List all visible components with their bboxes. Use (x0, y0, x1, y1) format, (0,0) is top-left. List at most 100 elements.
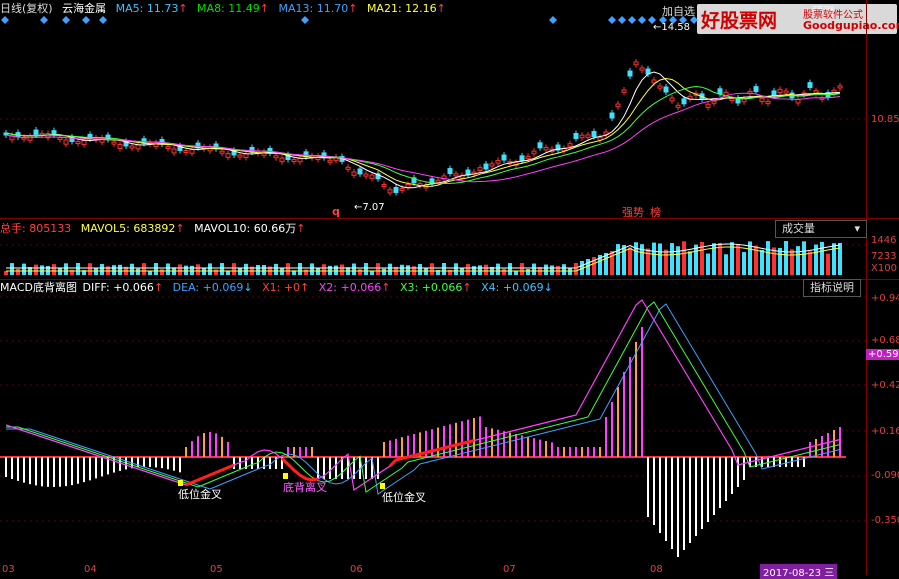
macd-axis-neg035: -0.350 (871, 515, 899, 526)
volume-bar (532, 263, 536, 275)
volume-bar (766, 241, 770, 275)
candle-body (243, 153, 249, 158)
candle-body (777, 88, 783, 94)
candle-body (759, 97, 765, 103)
volume-bar (298, 263, 302, 275)
candle-body (447, 168, 453, 175)
candle-body (753, 86, 759, 93)
macd-axis-neg009: -0.090 (871, 470, 899, 481)
tag-q: q (332, 205, 340, 218)
volume-bar (760, 249, 764, 275)
volume-bar (808, 251, 812, 275)
month-06: 06 (350, 564, 363, 575)
volume-axis-unit: X100 (871, 263, 897, 274)
candle-body (639, 67, 645, 71)
volume-bar (22, 263, 26, 275)
candle-body (663, 86, 669, 93)
volume-bar (664, 249, 668, 275)
candle-body (435, 179, 441, 183)
volume-bar (772, 247, 776, 275)
volume-bar (16, 268, 20, 275)
volume-bar (334, 265, 338, 275)
x4-value: X4: +0.069↓ (481, 281, 553, 294)
candle-body (633, 61, 639, 66)
volume-bar (34, 264, 38, 275)
volume-bar (556, 265, 560, 275)
candle-body (519, 155, 525, 162)
volume-bar (778, 247, 782, 275)
volume-bar (676, 246, 680, 275)
volume-bar (688, 251, 692, 275)
volume-bar (304, 269, 308, 275)
volume-bar (616, 244, 620, 275)
candle-body (453, 173, 459, 177)
tag-rank[interactable]: 榜 (650, 204, 661, 220)
macd-axis-042: +0.42 (871, 380, 899, 391)
macd-header: MACD底背离图 DIFF: +0.066↑ DEA: +0.069↓ X1: … (0, 281, 559, 295)
candle-body (387, 189, 393, 194)
volume-bar (706, 253, 710, 275)
volume-bar (724, 254, 728, 275)
candle-body (579, 134, 585, 139)
volume-indicator-select[interactable]: 成交量 ▾ (775, 220, 867, 238)
volume-bar (340, 264, 344, 275)
volume-bar (658, 243, 662, 275)
signal-diamond (690, 16, 698, 24)
price-axis-label: 10.85 (871, 114, 899, 125)
candle-body (651, 79, 657, 84)
candle-body (531, 150, 537, 155)
macd-axis-current: +0.59 (866, 349, 899, 360)
signal-diamond (40, 16, 48, 24)
volume-bar (154, 263, 158, 275)
candle-body (627, 70, 633, 77)
volume-bar (256, 264, 260, 275)
signal-diamond (62, 16, 70, 24)
volume-bar (502, 268, 506, 275)
candle-body (537, 142, 543, 149)
candle-body (393, 187, 399, 193)
volume-bar (262, 265, 266, 275)
volume-header: 总手: 805133 MAVOL5: 683892↑ MAVOL10: 60.6… (0, 222, 311, 236)
volume-bar (802, 241, 806, 275)
candle-body (153, 142, 159, 148)
ma8-line (5, 77, 841, 187)
volume-bar (388, 263, 392, 275)
candle-body (573, 132, 579, 139)
ma5-line (5, 71, 841, 189)
candle-body (117, 144, 123, 150)
candle-body (621, 89, 627, 93)
volume-bar (322, 264, 326, 275)
signal-diamond (638, 16, 646, 24)
volume-bar (574, 263, 578, 275)
volume-bar (742, 252, 746, 275)
volume-bar (652, 242, 656, 275)
volume-bar (622, 245, 626, 275)
volume-axis-label-mid: 7233 (871, 251, 897, 262)
marker-3 (380, 483, 385, 489)
candle-body (543, 146, 549, 151)
volume-bar (208, 263, 212, 275)
signal-diamond (301, 16, 309, 24)
tag-strong[interactable]: 强势 (622, 204, 644, 220)
volume-bar (244, 263, 248, 275)
indicator-help-button[interactable]: 指标说明 (803, 279, 861, 297)
volume-bar (514, 270, 518, 275)
volume-bar (382, 268, 386, 275)
volume-bar (310, 263, 314, 275)
candle-body (795, 99, 801, 104)
candle-body (327, 159, 333, 163)
candle-body (165, 146, 171, 150)
month-05: 05 (210, 564, 223, 575)
marker-1 (178, 480, 183, 486)
candle-body (63, 139, 69, 145)
candle-body (75, 141, 81, 145)
candle-body (33, 129, 39, 135)
current-date-box: 2017-08-23 三 (760, 564, 838, 579)
candle-body (729, 98, 735, 102)
candle-body (477, 167, 483, 172)
candle-body (81, 139, 87, 146)
volume-bar (790, 249, 794, 275)
candle-body (657, 85, 663, 89)
volume-bar (832, 243, 836, 275)
right-axis-line (866, 0, 867, 575)
